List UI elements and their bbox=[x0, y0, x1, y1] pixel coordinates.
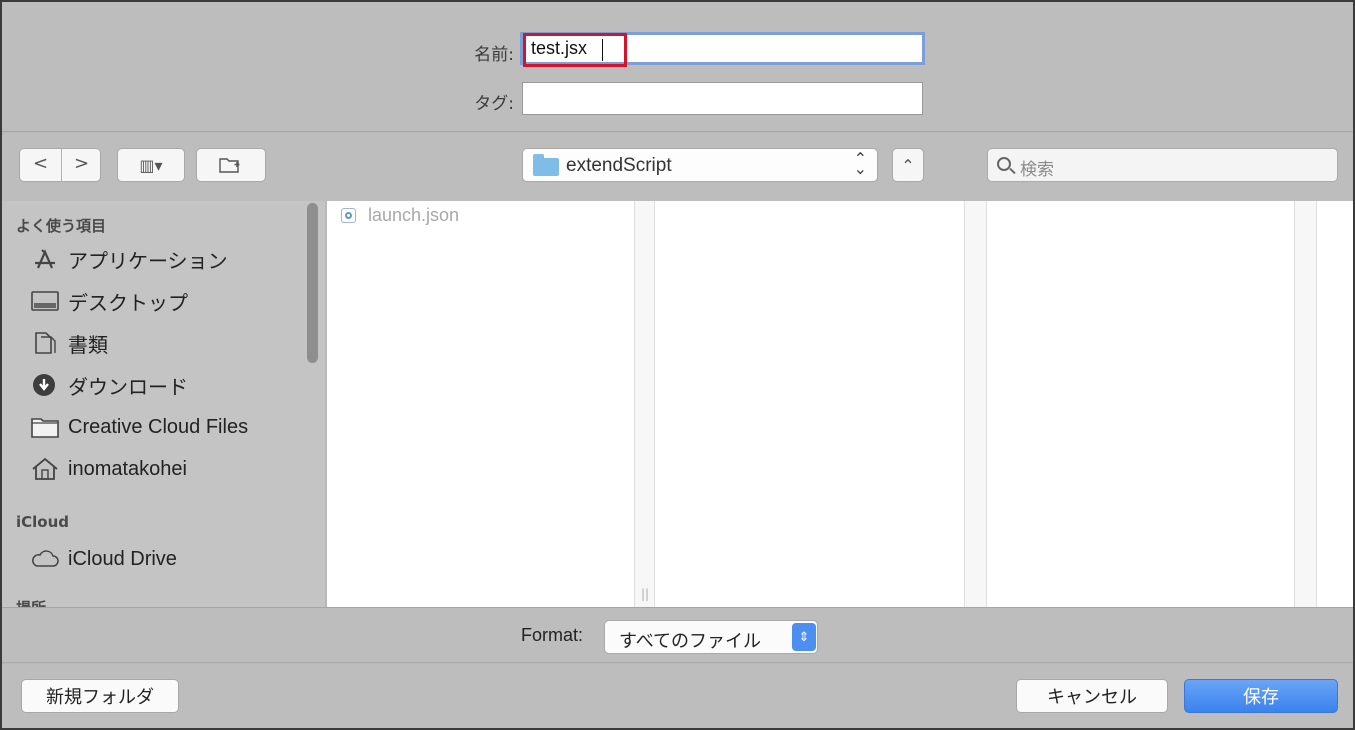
chevron-left-icon: < bbox=[32, 153, 49, 174]
sidebar-item-label: ダウンロード bbox=[68, 376, 188, 399]
column-gutter bbox=[634, 201, 654, 607]
chevron-right-icon: > bbox=[73, 153, 90, 174]
format-value: すべてのファイル bbox=[619, 631, 762, 652]
path-popup[interactable]: extendScript ⌃ ⌄ bbox=[522, 148, 878, 182]
sidebar-item-home[interactable]: inomatakohei bbox=[30, 451, 187, 487]
file-browser[interactable]: launch.json || bbox=[327, 201, 1353, 607]
cancel-button[interactable]: キャンセル bbox=[1016, 679, 1168, 713]
tags-field[interactable] bbox=[522, 82, 923, 115]
text-caret bbox=[602, 39, 603, 61]
applications-icon bbox=[30, 246, 60, 272]
current-folder-label: extendScript bbox=[566, 155, 672, 176]
file-item[interactable]: launch.json bbox=[341, 205, 459, 226]
format-label: Format: bbox=[521, 625, 584, 645]
folder-icon bbox=[30, 414, 60, 440]
sidebar-scrollbar[interactable] bbox=[307, 203, 318, 363]
name-value: test.jsx bbox=[531, 38, 588, 58]
dialog-header: 名前: test.jsx タグ: bbox=[2, 2, 1353, 132]
folder-icon bbox=[533, 154, 559, 176]
search-placeholder: 検索 bbox=[1020, 160, 1054, 180]
name-label: 名前: bbox=[474, 45, 514, 65]
collapse-button[interactable]: ⌃ bbox=[892, 148, 924, 182]
search-icon bbox=[997, 157, 1011, 171]
sidebar-item-label: デスクトップ bbox=[68, 292, 188, 315]
sidebar[interactable]: よく使う項目 アプリケーション デスクトップ 書類 ダウンロード Creativ… bbox=[2, 201, 325, 607]
json-file-icon bbox=[341, 208, 356, 223]
format-select[interactable]: すべてのファイル ⇕ bbox=[604, 620, 818, 654]
column-divider bbox=[634, 201, 635, 607]
sidebar-section-favorites: よく使う項目 bbox=[16, 217, 107, 235]
forward-button[interactable]: > bbox=[61, 153, 102, 174]
new-folder-toolbar-button[interactable] bbox=[196, 148, 266, 182]
column-gutter bbox=[964, 201, 986, 607]
desktop-icon bbox=[30, 288, 60, 314]
column-resize-handle[interactable]: || bbox=[641, 587, 649, 601]
column-divider bbox=[1316, 201, 1317, 607]
save-dialog: 名前: test.jsx タグ: < > ▥▾ extendScript ⌃ ⌄… bbox=[0, 0, 1355, 730]
sidebar-item-downloads[interactable]: ダウンロード bbox=[30, 367, 188, 403]
sidebar-item-desktop[interactable]: デスクトップ bbox=[30, 283, 188, 319]
downloads-icon bbox=[30, 372, 60, 398]
sidebar-item-label: inomatakohei bbox=[68, 457, 187, 480]
documents-icon bbox=[30, 330, 60, 356]
column-gutter bbox=[1294, 201, 1316, 607]
sidebar-item-applications[interactable]: アプリケーション bbox=[30, 241, 228, 277]
toolbar: < > ▥▾ extendScript ⌃ ⌄ ⌃ 検索 bbox=[2, 133, 1353, 201]
new-folder-icon bbox=[219, 158, 240, 173]
sidebar-item-creative-cloud[interactable]: Creative Cloud Files bbox=[30, 409, 248, 445]
file-name: launch.json bbox=[368, 205, 460, 225]
back-forward-control: < > bbox=[19, 148, 101, 182]
sidebar-item-label: Creative Cloud Files bbox=[68, 415, 249, 438]
sidebar-item-label: iCloud Drive bbox=[68, 547, 177, 570]
home-icon bbox=[30, 456, 60, 482]
search-input[interactable]: 検索 bbox=[987, 148, 1338, 182]
column-divider bbox=[964, 201, 965, 607]
columns-view-icon: ▥▾ bbox=[139, 155, 163, 175]
chevron-up-icon: ⌃ bbox=[901, 155, 915, 175]
sidebar-item-icloud-drive[interactable]: iCloud Drive bbox=[30, 541, 177, 577]
back-button[interactable]: < bbox=[20, 153, 61, 174]
sidebar-section-icloud: iCloud bbox=[16, 513, 70, 531]
button-bar: 新規フォルダ キャンセル 保存 bbox=[2, 664, 1353, 728]
updown-chevron-icon: ⌃ ⌄ bbox=[853, 149, 867, 178]
sidebar-item-label: 書類 bbox=[68, 334, 108, 357]
column-divider bbox=[986, 201, 987, 607]
sidebar-section-locations: 場所 bbox=[16, 597, 46, 607]
column-divider bbox=[1294, 201, 1295, 607]
name-field[interactable]: test.jsx bbox=[520, 32, 925, 67]
column-divider bbox=[654, 201, 655, 607]
sidebar-item-label: アプリケーション bbox=[68, 250, 228, 273]
cloud-icon bbox=[30, 546, 60, 572]
save-button[interactable]: 保存 bbox=[1184, 679, 1338, 713]
format-bar: Format: すべてのファイル ⇕ bbox=[2, 607, 1353, 663]
view-mode-button[interactable]: ▥▾ bbox=[117, 148, 185, 182]
tags-label: タグ: bbox=[474, 94, 514, 114]
new-folder-button[interactable]: 新規フォルダ bbox=[21, 679, 179, 713]
updown-chevron-icon: ⇕ bbox=[792, 623, 816, 651]
sidebar-item-documents[interactable]: 書類 bbox=[30, 325, 108, 361]
